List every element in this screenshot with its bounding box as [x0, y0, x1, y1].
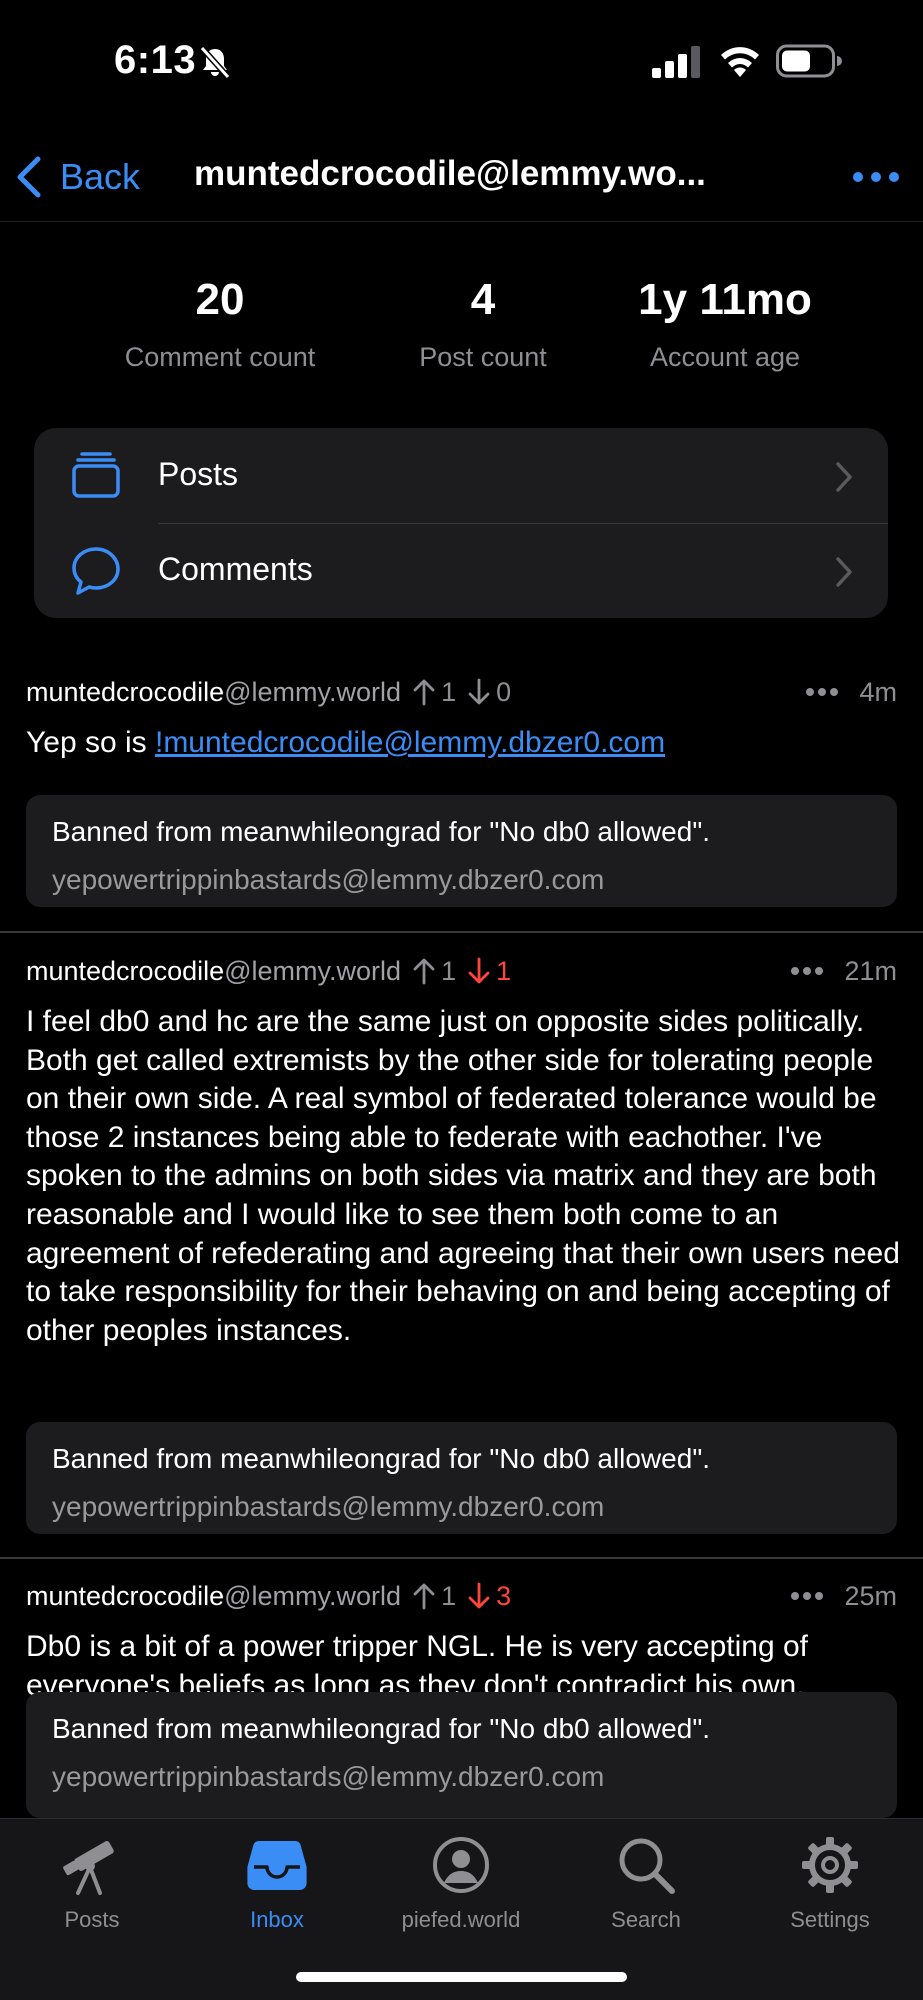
- comment-text: Yep so is: [26, 726, 155, 759]
- ban-notice: Banned from meanwhileongrad for "No db0 …: [26, 1692, 897, 1818]
- upvote-count: 1: [441, 955, 457, 986]
- comment-author[interactable]: muntedcrocodile: [26, 1581, 224, 1612]
- comment-author[interactable]: muntedcrocodile: [26, 956, 224, 987]
- chat-bubble-icon: [72, 547, 120, 595]
- menu-item-posts[interactable]: Posts: [34, 428, 888, 523]
- menu-item-label: Posts: [158, 456, 239, 492]
- tab-account[interactable]: piefed.world: [381, 1833, 541, 1933]
- comment-header: muntedcrocodile @lemmy.world 1 1: [26, 951, 511, 991]
- person-circle-icon: [433, 1837, 489, 1893]
- status-time: 6:13: [114, 38, 197, 82]
- cellular-signal-icon: [652, 46, 700, 78]
- menu-item-label: Comments: [158, 551, 313, 587]
- comment-time: 4m: [859, 676, 897, 707]
- tab-label: Posts: [64, 1907, 120, 1932]
- downvote-count: 3: [496, 1580, 512, 1611]
- chevron-right-icon: [836, 462, 852, 492]
- ellipsis-icon[interactable]: [805, 687, 839, 697]
- arrow-down-icon: [468, 1582, 490, 1609]
- chevron-right-icon: [836, 557, 852, 587]
- stat-value: 4: [470, 275, 496, 324]
- tab-inbox[interactable]: Inbox: [197, 1833, 357, 1933]
- navigation-bar: Back muntedcrocodile@lemmy.wo...: [0, 132, 923, 222]
- ellipsis-icon[interactable]: [790, 966, 824, 976]
- comment-instance: @lemmy.world: [224, 1580, 402, 1611]
- comment-body: I feel db0 and hc are the same just on o…: [26, 1005, 900, 1347]
- tab-settings[interactable]: Settings: [750, 1833, 910, 1933]
- gear-icon: [802, 1837, 858, 1893]
- telescope-icon: [63, 1841, 114, 1895]
- stat-value: 1y 11mo: [638, 275, 812, 324]
- comment-meta: 21m: [790, 951, 897, 991]
- tab-label: Inbox: [250, 1907, 304, 1932]
- stat-value: 20: [195, 275, 245, 324]
- ban-reason: Banned from meanwhileongrad for "No db0 …: [52, 816, 711, 847]
- status-bar: 6:13: [0, 0, 923, 120]
- downvote-count: 1: [496, 955, 512, 986]
- battery-icon: [776, 44, 842, 78]
- home-indicator: [296, 1972, 627, 1982]
- bell-slash-icon: [199, 45, 231, 80]
- comment-instance: @lemmy.world: [224, 676, 402, 707]
- stack-icon: [72, 452, 120, 498]
- upvote-button[interactable]: 1: [413, 956, 456, 987]
- arrow-up-icon: [413, 958, 435, 985]
- tab-label: piefed.world: [401, 1907, 521, 1932]
- ban-moderator: yepowertrippinbastards@lemmy.dbzer0.com: [52, 1491, 605, 1522]
- wifi-icon: [721, 47, 759, 77]
- comment-author[interactable]: muntedcrocodile: [26, 677, 224, 708]
- ban-notice: Banned from meanwhileongrad for "No db0 …: [26, 1422, 897, 1534]
- downvote-count: 0: [496, 676, 512, 707]
- upvote-button[interactable]: 1: [413, 1581, 456, 1612]
- stat-label: Account age: [649, 342, 801, 372]
- comment-meta: 4m: [805, 672, 897, 712]
- ban-moderator: yepowertrippinbastards@lemmy.dbzer0.com: [52, 864, 605, 895]
- tab-label: Search: [611, 1907, 681, 1932]
- arrow-down-icon: [468, 957, 490, 984]
- stat-label: Comment count: [124, 342, 316, 372]
- comment-time: 25m: [844, 1580, 897, 1611]
- arrow-up-icon: [413, 679, 435, 706]
- downvote-button[interactable]: 3: [468, 1581, 511, 1612]
- divider: [0, 931, 923, 933]
- divider: [0, 1557, 923, 1559]
- tab-search[interactable]: Search: [566, 1833, 726, 1933]
- upvote-count: 1: [441, 676, 457, 707]
- more-options-icon[interactable]: [852, 164, 900, 190]
- ban-reason: Banned from meanwhileongrad for "No db0 …: [52, 1443, 711, 1474]
- stat-label: Post count: [419, 342, 547, 372]
- comment-body: Yep so is !muntedcrocodile@lemmy.dbzer0.…: [26, 724, 902, 763]
- tab-posts[interactable]: Posts: [12, 1833, 172, 1933]
- upvote-button[interactable]: 1: [413, 677, 456, 708]
- comment-header: muntedcrocodile @lemmy.world 1 0: [26, 672, 511, 712]
- inbox-icon: [247, 1841, 307, 1890]
- downvote-button[interactable]: 0: [468, 677, 511, 708]
- comment-instance: @lemmy.world: [224, 955, 402, 986]
- menu-item-comments[interactable]: Comments: [34, 523, 888, 618]
- ban-notice: Banned from meanwhileongrad for "No db0 …: [26, 795, 897, 907]
- profile-menu: Posts Comments: [34, 428, 888, 618]
- back-button[interactable]: Back: [14, 152, 140, 202]
- arrow-down-icon: [468, 678, 490, 705]
- ban-moderator: yepowertrippinbastards@lemmy.dbzer0.com: [52, 1761, 605, 1792]
- tab-label: Settings: [790, 1907, 870, 1932]
- stat-post-count: 4 Post count: [383, 270, 583, 373]
- page-title: muntedcrocodile@lemmy.wo...: [194, 154, 706, 193]
- chevron-left-icon: [17, 156, 41, 198]
- comment-header: muntedcrocodile @lemmy.world 1 3: [26, 1576, 511, 1616]
- upvote-count: 1: [441, 1580, 457, 1611]
- magnifier-icon: [619, 1838, 675, 1894]
- comment-time: 21m: [844, 955, 897, 986]
- comment-meta: 25m: [790, 1576, 897, 1616]
- arrow-up-icon: [413, 1583, 435, 1610]
- back-label: Back: [60, 156, 141, 197]
- community-link[interactable]: !muntedcrocodile@lemmy.dbzer0.com: [155, 726, 665, 759]
- stat-comment-count: 20 Comment count: [100, 270, 340, 373]
- ellipsis-icon[interactable]: [790, 1591, 824, 1601]
- stat-account-age: 1y 11mo Account age: [615, 270, 835, 373]
- downvote-button[interactable]: 1: [468, 956, 511, 987]
- ban-reason: Banned from meanwhileongrad for "No db0 …: [52, 1713, 711, 1744]
